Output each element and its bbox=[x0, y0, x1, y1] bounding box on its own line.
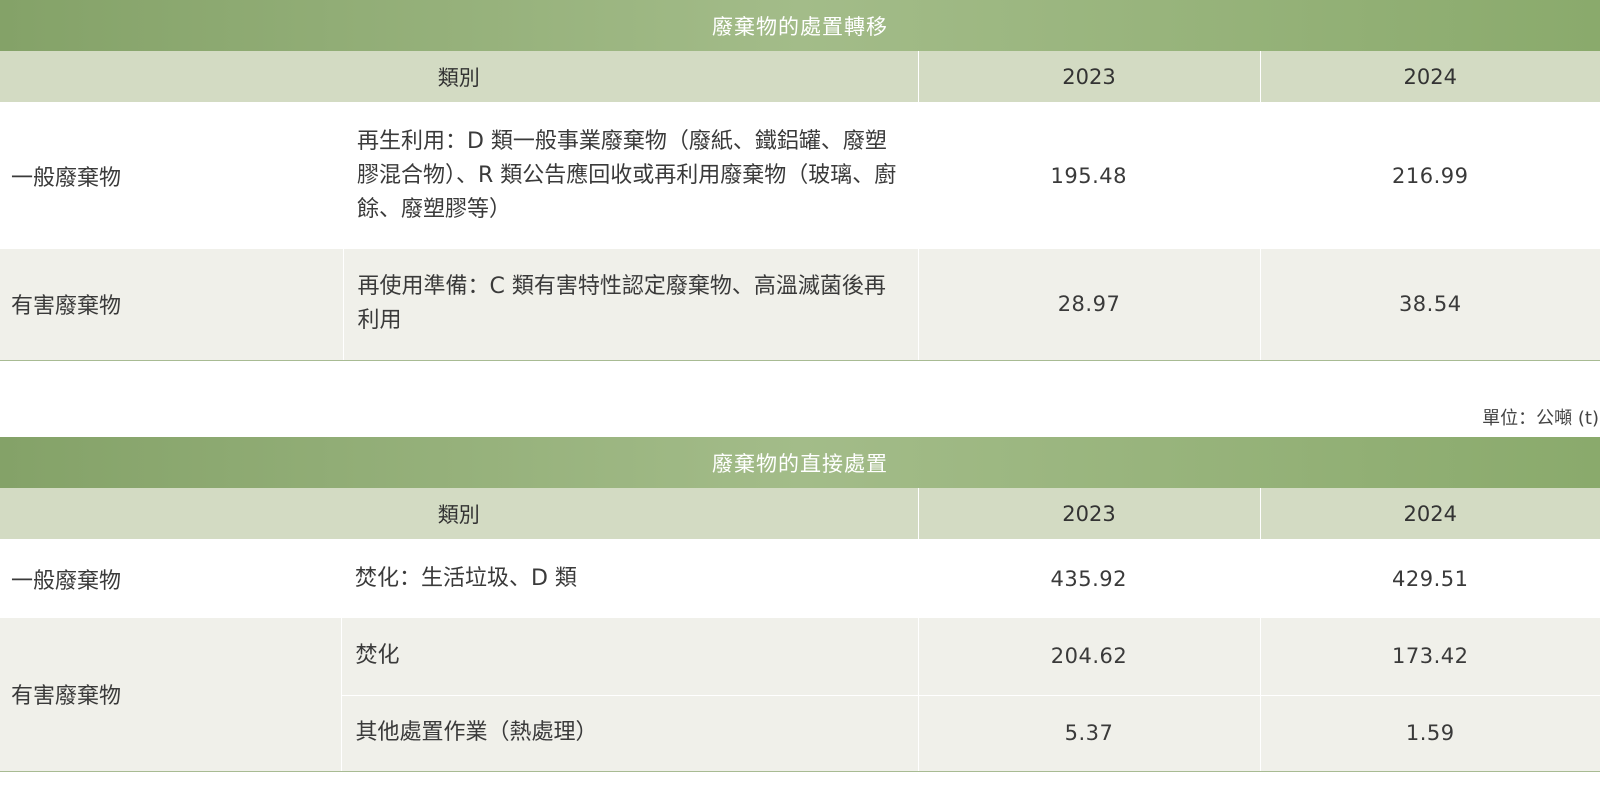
row-description: 焚化 bbox=[340, 618, 918, 695]
value-2023: 204.62 bbox=[917, 618, 1260, 695]
row-description: 其他處置作業（熱處理） bbox=[340, 694, 918, 772]
row-category: 有害廢棄物 bbox=[0, 249, 343, 361]
row-description: 再使用準備：C 類有害特性認定廢棄物、高溫滅菌後再利用 bbox=[342, 249, 918, 361]
value-2024: 429.51 bbox=[1259, 539, 1600, 618]
value-2023: 195.48 bbox=[918, 102, 1260, 249]
value-2024: 173.42 bbox=[1259, 618, 1600, 695]
column-header-2024: 2024 bbox=[1259, 488, 1600, 539]
row-description: 焚化：生活垃圾、D 類 bbox=[341, 539, 918, 618]
column-header-2024: 2024 bbox=[1259, 51, 1600, 102]
waste-direct-disposal-table: 廢棄物的直接處置 類別 2023 2024 一般廢棄物 焚化：生活垃圾、D 類 … bbox=[0, 437, 1600, 772]
value-2023: 5.37 bbox=[917, 694, 1260, 772]
table-title: 廢棄物的直接處置 bbox=[0, 437, 1600, 488]
column-header-category: 類別 bbox=[0, 488, 918, 539]
waste-transfer-table: 廢棄物的處置轉移 類別 2023 2024 一般廢棄物 再生利用：D 類一般事業… bbox=[0, 0, 1600, 361]
column-header-2023: 2023 bbox=[917, 488, 1260, 539]
table-title-row: 廢棄物的處置轉移 bbox=[0, 0, 1600, 51]
value-2024: 216.99 bbox=[1259, 102, 1600, 249]
table-title-row: 廢棄物的直接處置 bbox=[0, 437, 1600, 488]
row-category: 一般廢棄物 bbox=[0, 539, 341, 618]
column-header-category: 類別 bbox=[0, 51, 918, 102]
table-row: 一般廢棄物 焚化：生活垃圾、D 類 435.92 429.51 bbox=[0, 539, 1600, 618]
value-2024: 1.59 bbox=[1259, 694, 1600, 772]
column-header-2023: 2023 bbox=[917, 51, 1260, 102]
table-header-row: 類別 2023 2024 bbox=[0, 51, 1600, 102]
unit-note: 單位：公噸 (t) bbox=[1482, 408, 1599, 429]
value-2023: 28.97 bbox=[917, 249, 1260, 361]
table-header-row: 類別 2023 2024 bbox=[0, 488, 1600, 539]
table-row: 一般廢棄物 再生利用：D 類一般事業廢棄物（廢紙、鐵鋁罐、廢塑膠混合物）、R 類… bbox=[0, 102, 1600, 249]
table-row: 有害廢棄物 再使用準備：C 類有害特性認定廢棄物、高溫滅菌後再利用 28.97 … bbox=[0, 249, 1600, 361]
row-category: 一般廢棄物 bbox=[0, 102, 343, 249]
value-2024: 38.54 bbox=[1259, 249, 1600, 361]
value-2023: 435.92 bbox=[918, 539, 1260, 618]
row-category: 有害廢棄物 bbox=[0, 618, 341, 772]
row-description: 再生利用：D 類一般事業廢棄物（廢紙、鐵鋁罐、廢塑膠混合物）、R 類公告應回收或… bbox=[343, 102, 918, 249]
table-row: 有害廢棄物 焚化 204.62 173.42 bbox=[0, 618, 1600, 772]
table-title: 廢棄物的處置轉移 bbox=[0, 0, 1600, 51]
